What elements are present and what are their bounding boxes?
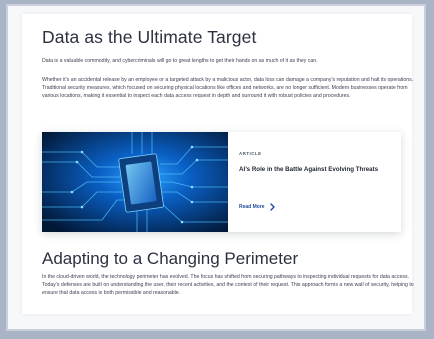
chevron-right-icon[interactable] bbox=[269, 203, 276, 211]
section-title-changing-perimeter: Adapting to a Changing Perimeter bbox=[42, 249, 299, 268]
read-more-label[interactable]: Read More bbox=[239, 204, 265, 210]
article-page: Data as the Ultimate Target Data is a va… bbox=[22, 14, 414, 314]
browser-frame: Data as the Ultimate Target Data is a va… bbox=[6, 4, 426, 331]
section-body-paragraph: Whether it’s an accidental release by an… bbox=[42, 77, 414, 100]
card-category-tag: ARTICLE bbox=[239, 151, 262, 156]
related-article-card[interactable]: ARTICLE AI’s Role in the Battle Against … bbox=[42, 132, 401, 232]
read-more-link[interactable]: Read More bbox=[239, 203, 276, 211]
perimeter-paragraph: In the cloud-driven world, the technolog… bbox=[42, 274, 414, 297]
circuit-board-chip-image bbox=[42, 132, 228, 232]
section-intro-paragraph: Data is a valuable commodity, and cyberc… bbox=[42, 58, 318, 64]
section-title-data-target: Data as the Ultimate Target bbox=[42, 27, 257, 47]
card-title[interactable]: AI’s Role in the Battle Against Evolving… bbox=[239, 166, 397, 173]
